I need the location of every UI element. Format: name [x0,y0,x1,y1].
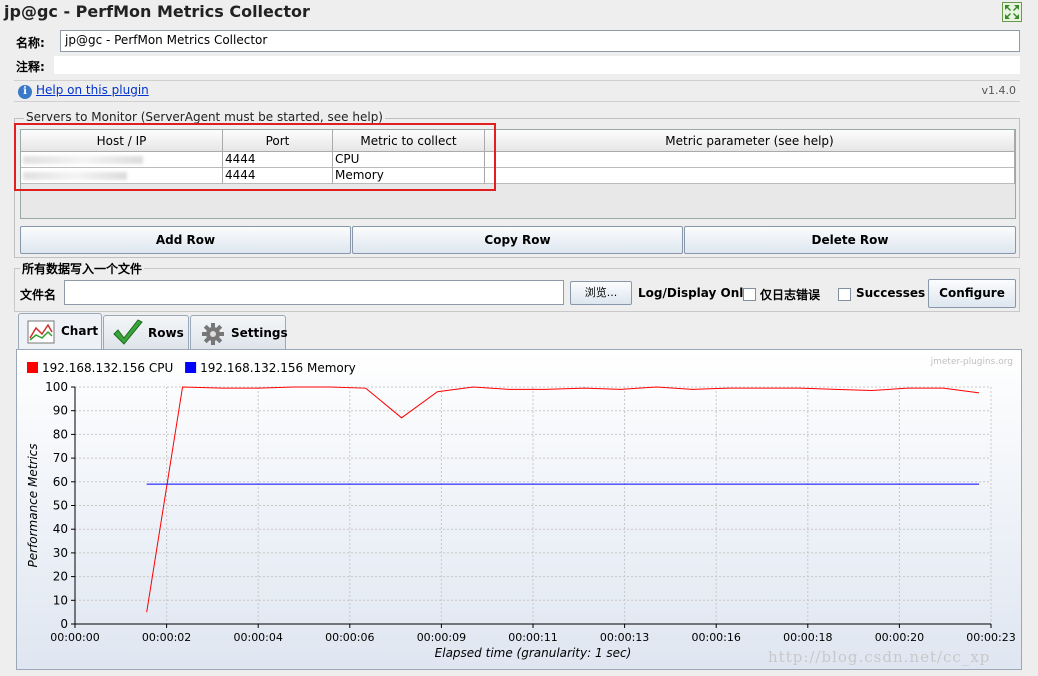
y-tick-label: 40 [53,522,68,536]
gear-icon [201,322,225,349]
tab-rows-label: Rows [148,326,184,340]
x-tick-label: 00:00:23 [966,631,1015,644]
x-tick-label: 00:00:06 [325,631,374,644]
param-cell[interactable] [485,152,1015,168]
errors-label: 仅日志错误 [760,288,821,302]
chart-background [17,350,1021,669]
browse-button[interactable]: 浏览... [570,281,632,305]
delete-row-button[interactable]: Delete Row [684,226,1016,254]
x-tick-label: 00:00:09 [417,631,466,644]
version-label: v1.4.0 [981,84,1017,97]
log-display-label: Log/Display Only: [638,286,756,300]
name-label: 名称: [16,36,45,50]
y-tick-label: 60 [53,475,68,489]
successes-label: Successes [856,286,926,300]
x-tick-label: 00:00:04 [233,631,282,644]
add-row-button[interactable]: Add Row [20,226,351,254]
column-header-param[interactable]: Metric parameter (see help) [485,130,1015,152]
legend-swatch [27,362,38,373]
tab-settings[interactable]: Settings [190,315,288,351]
x-tick-label: 00:00:02 [142,631,191,644]
y-tick-label: 0 [60,617,68,631]
chart-icon [27,320,55,347]
y-tick-label: 50 [53,499,68,513]
help-link[interactable]: Help on this plugin [36,83,149,97]
file-group-title: 所有数据写入一个文件 [20,260,145,277]
perfmon-chart: jmeter-plugins.org 192.168.132.156 CPU 192… [17,350,1021,669]
x-tick-label: 00:00:18 [783,631,832,644]
y-tick-label: 70 [53,451,68,465]
checkmark-icon [112,318,144,351]
x-tick-label: 00:00:16 [691,631,740,644]
help-row: i Help on this plugin v1.4.0 [14,80,1020,102]
y-tick-label: 100 [45,380,68,394]
csdn-watermark: http://blog.csdn.net/cc_xp [768,648,991,666]
x-tick-label: 00:00:00 [50,631,99,644]
param-cell[interactable] [485,168,1015,184]
legend-label: 192.168.132.156 CPU [42,361,173,375]
highlight-annotation [14,123,496,191]
x-tick-label: 00:00:13 [600,631,649,644]
legend-swatch [185,362,197,373]
tab-rows[interactable]: Rows [103,315,189,351]
servers-group-title: Servers to Monitor (ServerAgent must be … [24,110,385,124]
y-tick-label: 20 [53,570,68,584]
y-tick-label: 90 [53,404,68,418]
y-tick-label: 80 [53,427,68,441]
tab-settings-label: Settings [231,326,288,340]
errors-checkbox[interactable] [743,288,756,301]
y-tick-label: 10 [53,593,68,607]
legend-label: 192.168.132.156 Memory [200,361,356,375]
x-tick-label: 00:00:11 [508,631,557,644]
successes-checkbox[interactable] [838,288,851,301]
y-axis-label: Performance Metrics [26,443,40,567]
name-field[interactable]: jp@gc - PerfMon Metrics Collector [60,30,1020,52]
window-title: jp@gc - PerfMon Metrics Collector [4,2,310,21]
configure-button[interactable]: Configure [928,279,1016,308]
x-tick-label: 00:00:20 [875,631,924,644]
y-tick-label: 30 [53,546,68,560]
maximize-icon[interactable] [1002,2,1022,22]
filename-input[interactable] [64,280,564,305]
chart-panel: jmeter-plugins.org 192.168.132.156 CPU 192… [16,349,1022,670]
x-axis-label: Elapsed time (granularity: 1 sec) [435,646,632,660]
tab-chart-label: Chart [61,324,99,338]
file-label: 文件名 [20,288,57,302]
chart-watermark: jmeter-plugins.org [930,357,1013,367]
info-icon: i [18,85,32,99]
copy-row-button[interactable]: Copy Row [352,226,683,254]
comment-label: 注释: [16,60,45,74]
comment-field[interactable] [54,56,1020,74]
tab-chart[interactable]: Chart [18,313,102,351]
